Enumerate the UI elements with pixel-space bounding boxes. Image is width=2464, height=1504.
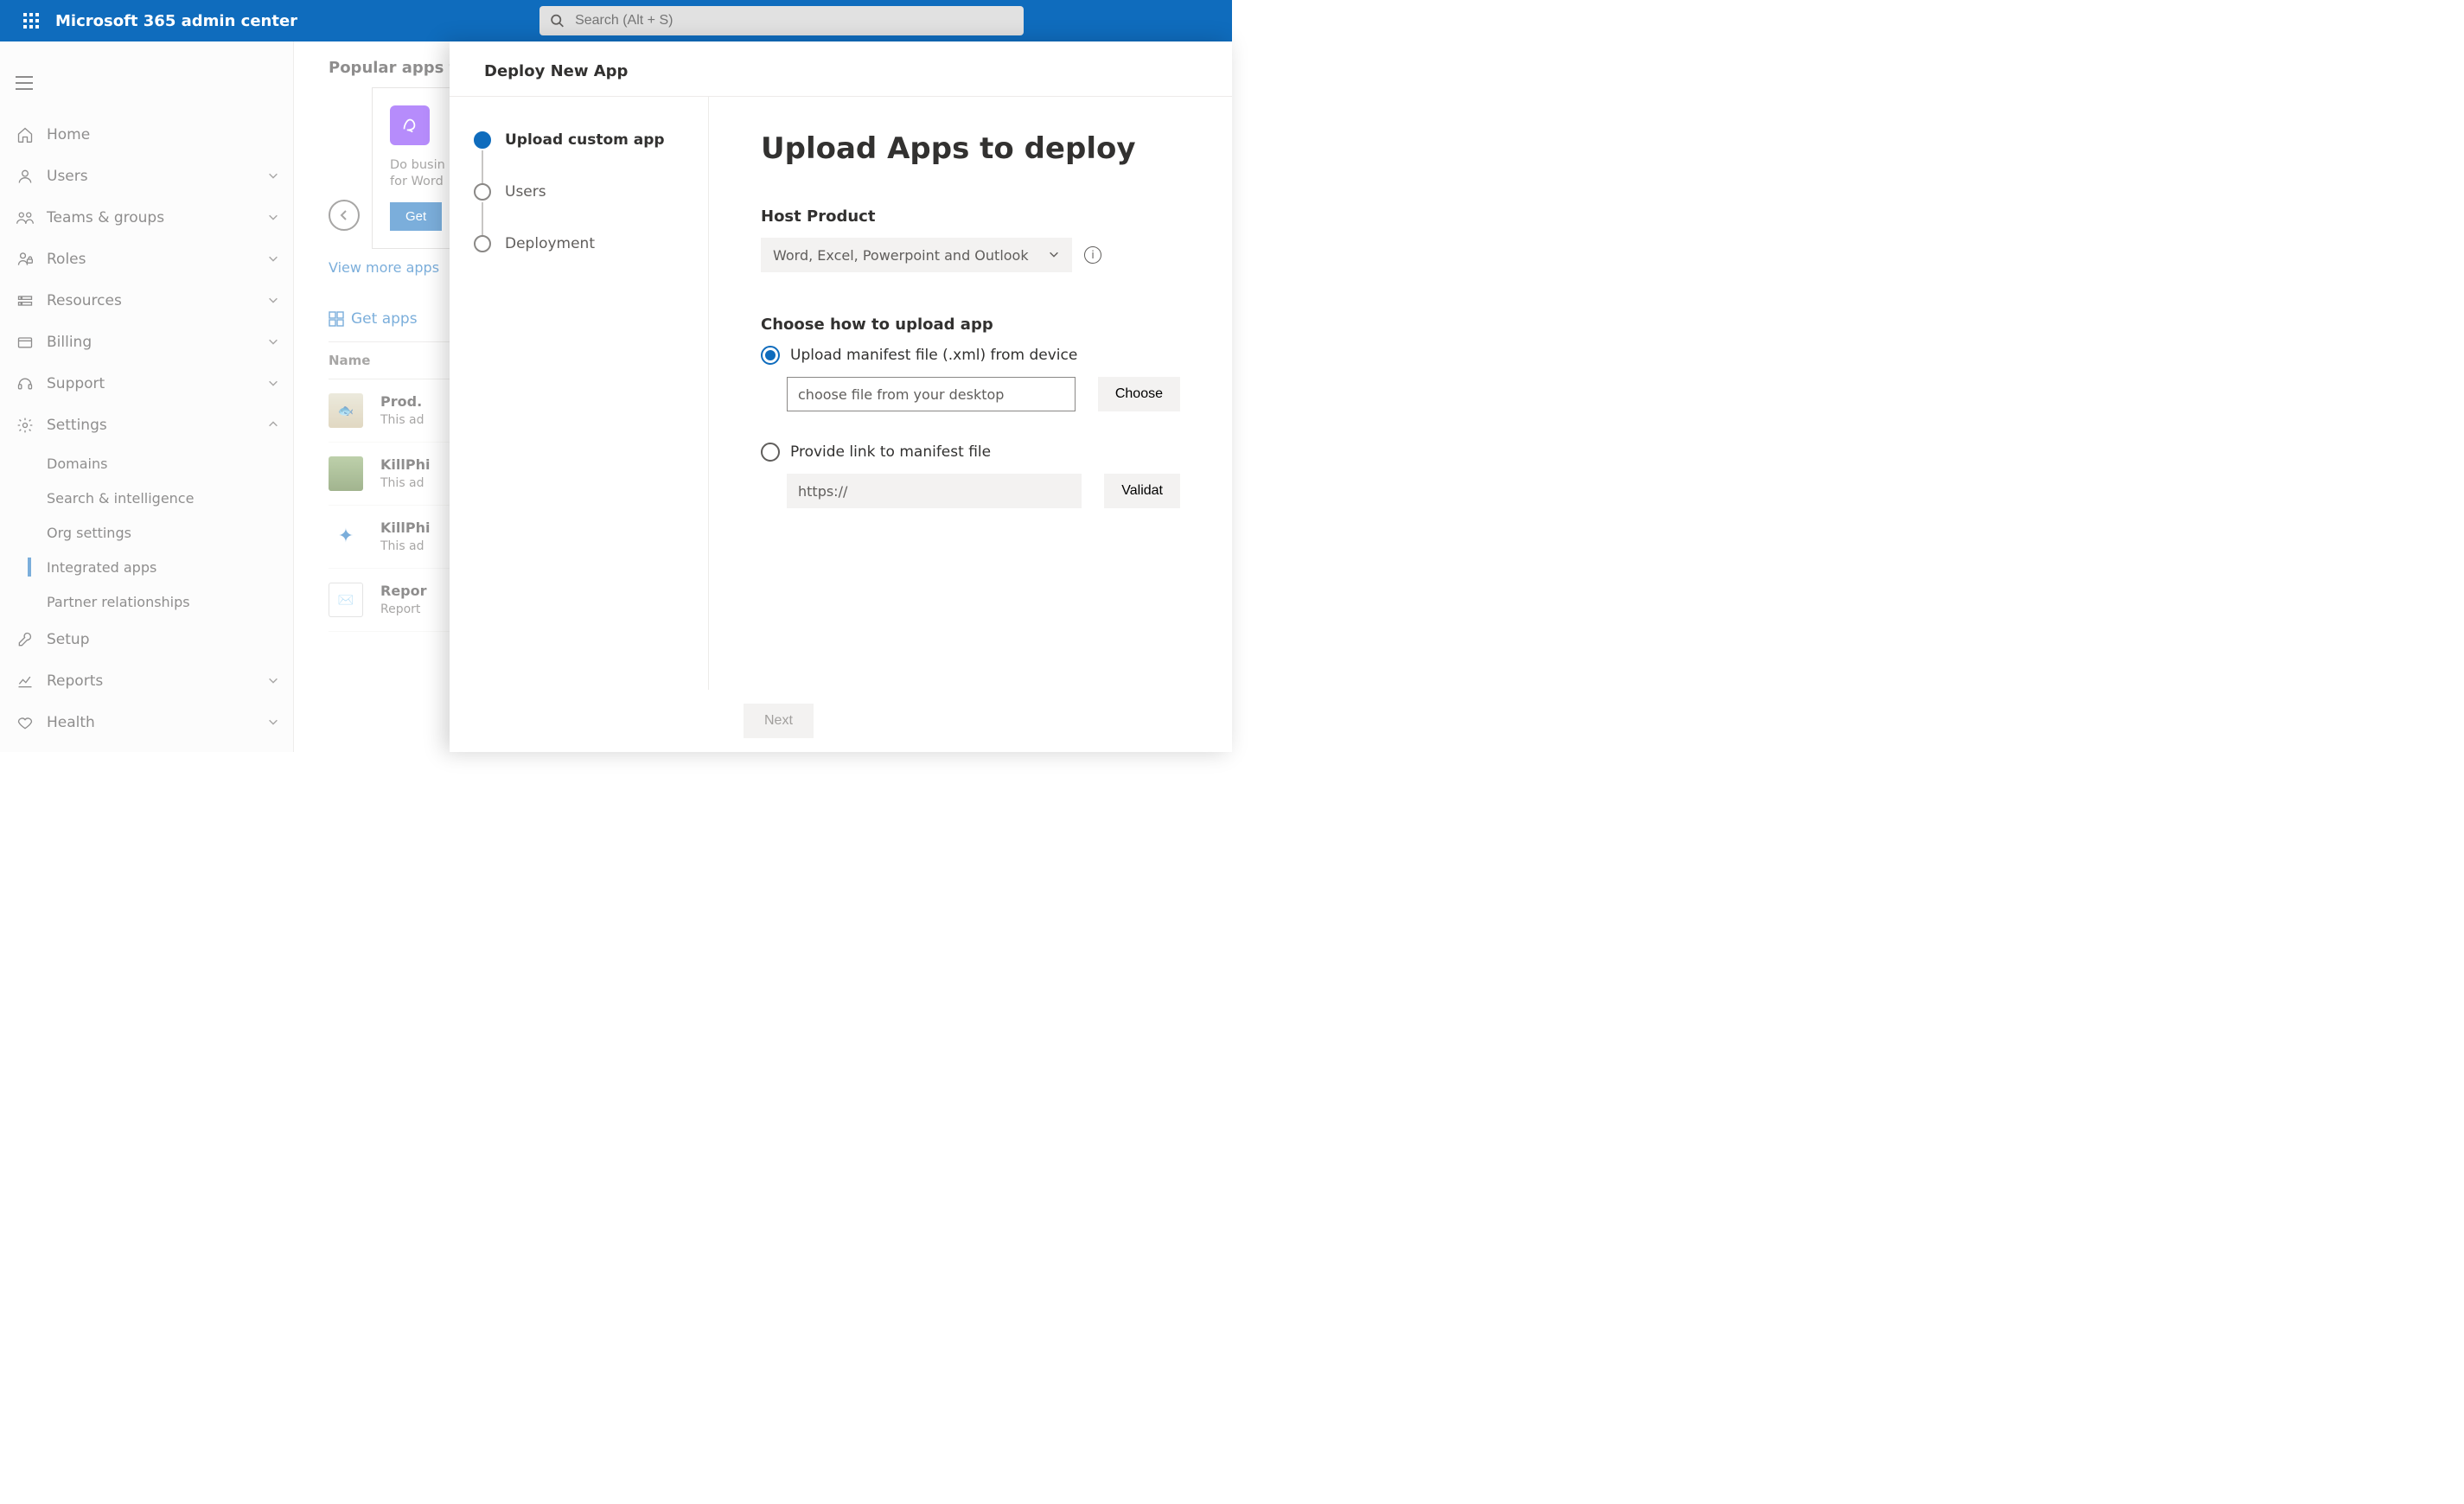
step-upload-custom-app[interactable]: Upload custom app	[474, 131, 684, 149]
reports-icon	[16, 672, 35, 691]
nav-search-intelligence[interactable]: Search & intelligence	[47, 481, 293, 515]
manifest-url-input: https://	[787, 474, 1082, 508]
manifest-file-input[interactable]: choose file from your desktop	[787, 377, 1076, 411]
search-box[interactable]	[539, 6, 1024, 35]
nav-label: Billing	[47, 334, 267, 351]
chevron-down-icon	[267, 335, 281, 349]
panel-title: Deploy New App	[484, 62, 1197, 80]
host-product-dropdown[interactable]: Word, Excel, Powerpoint and Outlook	[761, 238, 1072, 272]
nav-label: Resources	[47, 292, 267, 309]
nav-label: Settings	[47, 417, 267, 434]
nav-label: Setup	[47, 631, 281, 648]
nav-label: Roles	[47, 251, 267, 268]
chevron-down-icon	[267, 252, 281, 266]
nav-label: Teams & groups	[47, 209, 267, 226]
chevron-down-icon	[267, 377, 281, 391]
chevron-down-icon	[267, 716, 281, 730]
gear-icon	[16, 416, 35, 435]
choose-upload-label: Choose how to upload app	[761, 315, 1180, 334]
deploy-app-panel: Deploy New App Upload custom app Users D…	[450, 41, 1232, 752]
radio-icon	[761, 443, 780, 462]
next-button[interactable]: Next	[744, 704, 814, 738]
wizard-stepper: Upload custom app Users Deployment	[450, 97, 709, 690]
chevron-down-icon	[267, 211, 281, 225]
app-launcher-icon[interactable]	[10, 0, 52, 41]
chevron-down-icon	[1048, 247, 1060, 264]
chevron-down-icon	[267, 674, 281, 688]
get-now-button[interactable]: Get	[390, 202, 442, 231]
step-dot-icon	[474, 235, 491, 252]
brand-title: Microsoft 365 admin center	[55, 12, 297, 30]
nav-home[interactable]: Home	[0, 114, 293, 156]
nav-roles[interactable]: Roles	[0, 239, 293, 280]
health-icon	[16, 713, 35, 732]
app-icon: ✉️	[329, 583, 363, 617]
adobe-icon	[390, 105, 430, 145]
nav-org-settings[interactable]: Org settings	[47, 515, 293, 550]
nav-settings[interactable]: Settings	[0, 405, 293, 446]
nav-support[interactable]: Support	[0, 363, 293, 405]
nav-reports[interactable]: Reports	[0, 660, 293, 702]
validate-url-button[interactable]: Validat	[1104, 474, 1180, 508]
radio-icon	[761, 346, 780, 365]
topbar: Microsoft 365 admin center	[0, 0, 1232, 41]
nav-resources[interactable]: Resources	[0, 280, 293, 322]
choose-file-button[interactable]: Choose	[1098, 377, 1180, 411]
nav-health[interactable]: Health	[0, 702, 293, 743]
app-icon	[329, 456, 363, 491]
app-icon: ✦	[329, 519, 363, 554]
nav-label: Health	[47, 714, 267, 731]
nav-label: Reports	[47, 672, 267, 690]
user-icon	[16, 167, 35, 186]
radio-link-manifest[interactable]: Provide link to manifest file	[761, 443, 1180, 462]
chevron-down-icon	[267, 294, 281, 308]
left-nav: Home Users Teams & groups Roles Resource…	[0, 41, 294, 752]
nav-label: Users	[47, 168, 267, 185]
radio-upload-manifest[interactable]: Upload manifest file (.xml) from device	[761, 346, 1180, 365]
step-dot-icon	[474, 183, 491, 201]
nav-label: Home	[47, 126, 281, 143]
host-product-label: Host Product	[761, 207, 1180, 226]
step-users[interactable]: Users	[474, 183, 684, 201]
resources-icon	[16, 291, 35, 310]
setup-icon	[16, 630, 35, 649]
back-icon[interactable]	[329, 200, 360, 231]
nav-integrated-apps[interactable]: Integrated apps	[47, 550, 293, 584]
chevron-up-icon	[267, 418, 281, 432]
step-dot-icon	[474, 131, 491, 149]
group-icon	[16, 208, 35, 227]
home-icon	[16, 125, 35, 144]
roles-icon	[16, 250, 35, 269]
step-deployment[interactable]: Deployment	[474, 235, 684, 252]
nav-partner-relationships[interactable]: Partner relationships	[47, 584, 293, 619]
nav-teams-groups[interactable]: Teams & groups	[0, 197, 293, 239]
search-input[interactable]	[575, 13, 1013, 29]
nav-setup[interactable]: Setup	[0, 619, 293, 660]
support-icon	[16, 374, 35, 393]
info-icon[interactable]: i	[1084, 246, 1101, 264]
nav-domains[interactable]: Domains	[47, 446, 293, 481]
chevron-down-icon	[267, 169, 281, 183]
billing-icon	[16, 333, 35, 352]
nav-users[interactable]: Users	[0, 156, 293, 197]
app-icon: 🐟	[329, 393, 363, 428]
panel-heading: Upload Apps to deploy	[761, 131, 1180, 166]
nav-billing[interactable]: Billing	[0, 322, 293, 363]
nav-label: Support	[47, 375, 267, 392]
nav-collapse-icon[interactable]	[3, 66, 45, 100]
